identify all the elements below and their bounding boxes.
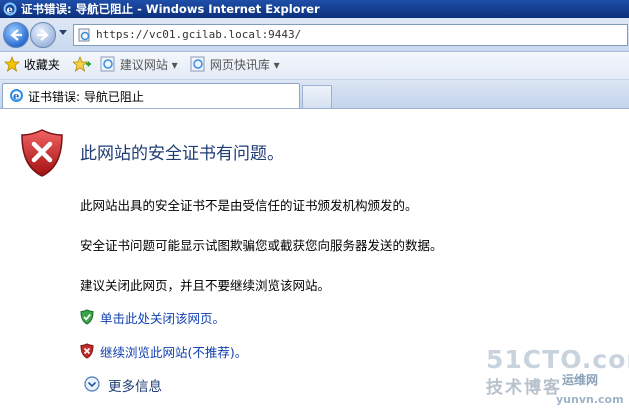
- forward-button[interactable]: [30, 22, 56, 48]
- star-icon: [3, 55, 21, 72]
- svg-text:e: e: [13, 92, 19, 103]
- paragraph-recommendation: 建议关闭此网页，并且不要继续浏览该网站。: [80, 278, 331, 293]
- page-title: 此网站的安全证书有问题。: [80, 144, 284, 164]
- close-page-link-text[interactable]: 单击此处关闭该网页。: [100, 308, 225, 327]
- ie-page-icon: [100, 56, 115, 72]
- web-slice-gallery-label: 网页快讯库 ▾: [209, 58, 280, 72]
- red-shield-x-icon: [80, 343, 94, 359]
- favorites-label: 收藏夹: [23, 58, 60, 72]
- watermark-logo: 51CTO.com: [486, 345, 629, 374]
- address-bar[interactable]: https://vc01.gcilab.local:9443/: [73, 24, 628, 46]
- paragraph-untrusted-ca: 此网站出具的安全证书不是由受信任的证书颁发机构颁发的。: [80, 198, 418, 213]
- page-icon: [78, 28, 90, 42]
- more-information-label[interactable]: 更多信息: [108, 375, 162, 395]
- favorites-button[interactable]: 收藏夹: [3, 52, 60, 79]
- address-url[interactable]: https://vc01.gcilab.local:9443/: [96, 28, 301, 41]
- recent-pages-dropdown[interactable]: [59, 30, 67, 35]
- web-slice-gallery-link[interactable]: 网页快讯库 ▾: [190, 52, 280, 79]
- navigation-bar: https://vc01.gcilab.local:9443/: [0, 18, 629, 52]
- ie-page-icon: [190, 56, 205, 72]
- page-content: 此网站的安全证书有问题。 此网站出具的安全证书不是由受信任的证书颁发机构颁发的。…: [0, 109, 629, 412]
- back-arrow-icon: [10, 29, 22, 41]
- paragraph-security-risk: 安全证书问题可能显示试图欺骗您或截获您向服务器发送的数据。: [80, 238, 443, 253]
- forward-arrow-icon: [37, 29, 49, 41]
- svg-text:e: e: [7, 5, 13, 16]
- suggested-sites-label: 建议网站 ▾: [119, 58, 178, 72]
- shield-error-icon: [21, 129, 63, 177]
- window-title-bar: e 证书错误: 导航已阻止 - Windows Internet Explore…: [0, 0, 629, 18]
- tab-label: 证书错误: 导航已阻止: [28, 90, 144, 104]
- tab-bar: e 证书错误: 导航已阻止: [0, 80, 629, 109]
- suggested-sites-link[interactable]: 建议网站 ▾: [100, 52, 178, 79]
- window-title: 证书错误: 导航已阻止 - Windows Internet Explorer: [21, 2, 320, 16]
- ie-logo-icon: e: [3, 2, 17, 16]
- add-to-favorites-icon: [71, 55, 91, 72]
- favorites-bar: 收藏夹 建议网站 ▾ 网页快讯库 ▾: [0, 52, 629, 80]
- green-shield-check-icon: [80, 309, 94, 325]
- add-favorite-button[interactable]: [71, 52, 91, 79]
- watermark-yunwei: 运维网: [562, 373, 599, 387]
- expand-chevron-icon: [84, 376, 100, 392]
- continue-to-site-link-text[interactable]: 继续浏览此网站(不推荐)。: [100, 342, 247, 361]
- new-tab-button[interactable]: [302, 85, 332, 108]
- site-watermark: 51CTO.com 技术博客 运维网 yunvn.com: [478, 337, 629, 407]
- back-button[interactable]: [3, 22, 29, 48]
- ie-tab-icon: e: [10, 89, 23, 103]
- watermark-url: yunvn.com: [556, 393, 624, 406]
- watermark-subtitle: 技术博客: [486, 378, 562, 398]
- tab-certificate-error[interactable]: e 证书错误: 导航已阻止: [2, 83, 300, 108]
